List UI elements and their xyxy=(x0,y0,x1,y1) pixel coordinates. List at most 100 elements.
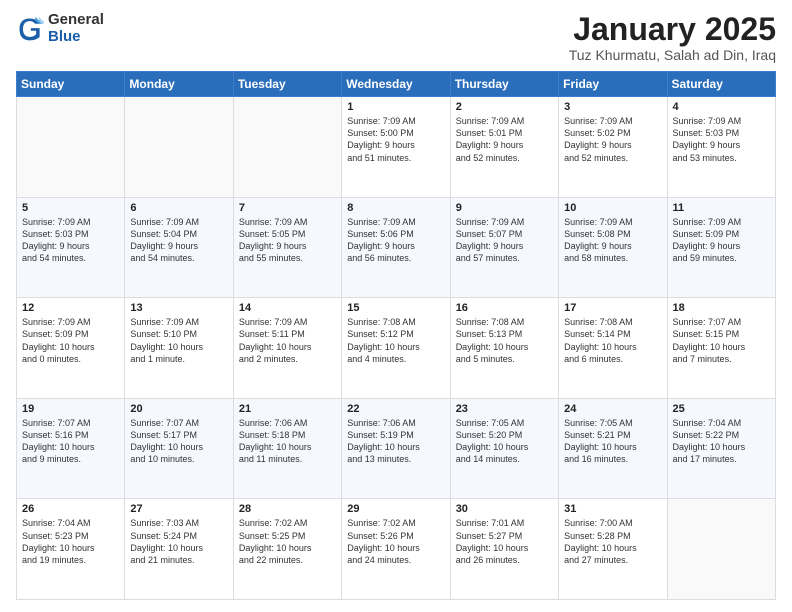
calendar-title: January 2025 xyxy=(569,12,776,47)
day-number: 12 xyxy=(22,302,119,314)
calendar-cell: 9 Sunrise: 7:09 AM Sunset: 5:07 PM Daylig… xyxy=(450,197,558,298)
calendar-cell: 1 Sunrise: 7:09 AM Sunset: 5:00 PM Daylig… xyxy=(342,97,450,198)
day-number: 26 xyxy=(22,503,119,515)
cell-content: Sunrise: 7:09 AM Sunset: 5:00 PM Dayligh… xyxy=(347,115,444,164)
cell-content: Sunrise: 7:01 AM Sunset: 5:27 PM Dayligh… xyxy=(456,517,553,566)
calendar-week-row: 19Sunrise: 7:07 AM Sunset: 5:16 PM Dayli… xyxy=(17,398,776,499)
logo-blue-text: Blue xyxy=(48,29,104,46)
day-number: 18 xyxy=(673,302,770,314)
calendar-week-row: 26 Sunrise: 7:04 AM Sunset: 5:23 PM Dayli… xyxy=(17,499,776,600)
day-number: 30 xyxy=(456,503,553,515)
cell-content: Sunrise: 7:09 AM Sunset: 5:06 PM Dayligh… xyxy=(347,216,444,265)
logo: General Blue xyxy=(16,12,104,45)
day-number: 1 xyxy=(347,101,444,113)
cell-content: Sunrise: 7:09 AM Sunset: 5:10 PM Dayligh… xyxy=(130,316,227,365)
day-number: 5 xyxy=(22,202,119,214)
day-number: 4 xyxy=(673,101,770,113)
header: General Blue January 2025 Tuz Khurmatu, … xyxy=(16,12,776,63)
calendar-cell: 27Sunrise: 7:03 AM Sunset: 5:24 PM Dayli… xyxy=(125,499,233,600)
day-number: 20 xyxy=(130,403,227,415)
calendar-cell: 12 Sunrise: 7:09 AM Sunset: 5:09 PM Dayli… xyxy=(17,298,125,399)
calendar-cell: 18 Sunrise: 7:07 AM Sunset: 5:15 PM Dayli… xyxy=(667,298,775,399)
calendar-cell: 29Sunrise: 7:02 AM Sunset: 5:26 PM Dayli… xyxy=(342,499,450,600)
cell-content: Sunrise: 7:05 AM Sunset: 5:20 PM Dayligh… xyxy=(456,417,553,466)
day-number: 24 xyxy=(564,403,661,415)
logo-text: General Blue xyxy=(48,12,104,45)
calendar-cell: 31Sunrise: 7:00 AM Sunset: 5:28 PM Dayli… xyxy=(559,499,667,600)
day-number: 17 xyxy=(564,302,661,314)
calendar-cell: 10Sunrise: 7:09 AM Sunset: 5:08 PM Dayli… xyxy=(559,197,667,298)
cell-content: Sunrise: 7:07 AM Sunset: 5:15 PM Dayligh… xyxy=(673,316,770,365)
cell-content: Sunrise: 7:04 AM Sunset: 5:23 PM Dayligh… xyxy=(22,517,119,566)
day-number: 13 xyxy=(130,302,227,314)
calendar-cell: 23 Sunrise: 7:05 AM Sunset: 5:20 PM Dayli… xyxy=(450,398,558,499)
calendar-cell: 3 Sunrise: 7:09 AM Sunset: 5:02 PM Daylig… xyxy=(559,97,667,198)
calendar-cell: 21 Sunrise: 7:06 AM Sunset: 5:18 PM Dayli… xyxy=(233,398,341,499)
day-number: 6 xyxy=(130,202,227,214)
logo-icon xyxy=(16,15,44,43)
cell-content: Sunrise: 7:09 AM Sunset: 5:03 PM Dayligh… xyxy=(673,115,770,164)
cell-content: Sunrise: 7:08 AM Sunset: 5:12 PM Dayligh… xyxy=(347,316,444,365)
cell-content: Sunrise: 7:00 AM Sunset: 5:28 PM Dayligh… xyxy=(564,517,661,566)
calendar-header: SundayMondayTuesdayWednesdayThursdayFrid… xyxy=(17,72,776,97)
calendar-cell: 16Sunrise: 7:08 AM Sunset: 5:13 PM Dayli… xyxy=(450,298,558,399)
calendar-cell: 20 Sunrise: 7:07 AM Sunset: 5:17 PM Dayli… xyxy=(125,398,233,499)
day-number: 9 xyxy=(456,202,553,214)
calendar-cell: 19Sunrise: 7:07 AM Sunset: 5:16 PM Dayli… xyxy=(17,398,125,499)
cell-content: Sunrise: 7:04 AM Sunset: 5:22 PM Dayligh… xyxy=(673,417,770,466)
day-number: 29 xyxy=(347,503,444,515)
cell-content: Sunrise: 7:03 AM Sunset: 5:24 PM Dayligh… xyxy=(130,517,227,566)
day-number: 23 xyxy=(456,403,553,415)
cell-content: Sunrise: 7:09 AM Sunset: 5:09 PM Dayligh… xyxy=(22,316,119,365)
cell-content: Sunrise: 7:06 AM Sunset: 5:19 PM Dayligh… xyxy=(347,417,444,466)
cell-content: Sunrise: 7:08 AM Sunset: 5:13 PM Dayligh… xyxy=(456,316,553,365)
cell-content: Sunrise: 7:09 AM Sunset: 5:05 PM Dayligh… xyxy=(239,216,336,265)
day-of-week-header: Friday xyxy=(559,72,667,97)
calendar-cell: 25Sunrise: 7:04 AM Sunset: 5:22 PM Dayli… xyxy=(667,398,775,499)
day-number: 2 xyxy=(456,101,553,113)
calendar-week-row: 5 Sunrise: 7:09 AM Sunset: 5:03 PM Daylig… xyxy=(17,197,776,298)
cell-content: Sunrise: 7:09 AM Sunset: 5:11 PM Dayligh… xyxy=(239,316,336,365)
calendar-table: SundayMondayTuesdayWednesdayThursdayFrid… xyxy=(16,71,776,600)
day-number: 28 xyxy=(239,503,336,515)
calendar-cell: 11Sunrise: 7:09 AM Sunset: 5:09 PM Dayli… xyxy=(667,197,775,298)
calendar-week-row: 12 Sunrise: 7:09 AM Sunset: 5:09 PM Dayli… xyxy=(17,298,776,399)
cell-content: Sunrise: 7:09 AM Sunset: 5:07 PM Dayligh… xyxy=(456,216,553,265)
cell-content: Sunrise: 7:09 AM Sunset: 5:02 PM Dayligh… xyxy=(564,115,661,164)
day-number: 14 xyxy=(239,302,336,314)
day-number: 3 xyxy=(564,101,661,113)
calendar-cell xyxy=(125,97,233,198)
calendar-cell: 30 Sunrise: 7:01 AM Sunset: 5:27 PM Dayli… xyxy=(450,499,558,600)
cell-content: Sunrise: 7:05 AM Sunset: 5:21 PM Dayligh… xyxy=(564,417,661,466)
cell-content: Sunrise: 7:09 AM Sunset: 5:04 PM Dayligh… xyxy=(130,216,227,265)
calendar-cell: 6 Sunrise: 7:09 AM Sunset: 5:04 PM Daylig… xyxy=(125,197,233,298)
page: General Blue January 2025 Tuz Khurmatu, … xyxy=(0,0,792,612)
cell-content: Sunrise: 7:07 AM Sunset: 5:17 PM Dayligh… xyxy=(130,417,227,466)
days-of-week-row: SundayMondayTuesdayWednesdayThursdayFrid… xyxy=(17,72,776,97)
calendar-cell xyxy=(233,97,341,198)
calendar-cell: 4 Sunrise: 7:09 AM Sunset: 5:03 PM Daylig… xyxy=(667,97,775,198)
day-of-week-header: Thursday xyxy=(450,72,558,97)
cell-content: Sunrise: 7:02 AM Sunset: 5:25 PM Dayligh… xyxy=(239,517,336,566)
cell-content: Sunrise: 7:09 AM Sunset: 5:01 PM Dayligh… xyxy=(456,115,553,164)
calendar-cell: 22 Sunrise: 7:06 AM Sunset: 5:19 PM Dayli… xyxy=(342,398,450,499)
title-block: January 2025 Tuz Khurmatu, Salah ad Din,… xyxy=(569,12,776,63)
cell-content: Sunrise: 7:06 AM Sunset: 5:18 PM Dayligh… xyxy=(239,417,336,466)
calendar-cell: 28 Sunrise: 7:02 AM Sunset: 5:25 PM Dayli… xyxy=(233,499,341,600)
cell-content: Sunrise: 7:07 AM Sunset: 5:16 PM Dayligh… xyxy=(22,417,119,466)
cell-content: Sunrise: 7:09 AM Sunset: 5:03 PM Dayligh… xyxy=(22,216,119,265)
day-number: 21 xyxy=(239,403,336,415)
day-number: 8 xyxy=(347,202,444,214)
day-number: 15 xyxy=(347,302,444,314)
day-of-week-header: Saturday xyxy=(667,72,775,97)
calendar-cell: 17Sunrise: 7:08 AM Sunset: 5:14 PM Dayli… xyxy=(559,298,667,399)
day-of-week-header: Wednesday xyxy=(342,72,450,97)
calendar-cell: 24 Sunrise: 7:05 AM Sunset: 5:21 PM Dayli… xyxy=(559,398,667,499)
calendar-cell: 7Sunrise: 7:09 AM Sunset: 5:05 PM Daylig… xyxy=(233,197,341,298)
day-number: 22 xyxy=(347,403,444,415)
calendar-cell: 14 Sunrise: 7:09 AM Sunset: 5:11 PM Dayli… xyxy=(233,298,341,399)
day-number: 10 xyxy=(564,202,661,214)
day-number: 11 xyxy=(673,202,770,214)
day-of-week-header: Sunday xyxy=(17,72,125,97)
calendar-cell xyxy=(667,499,775,600)
